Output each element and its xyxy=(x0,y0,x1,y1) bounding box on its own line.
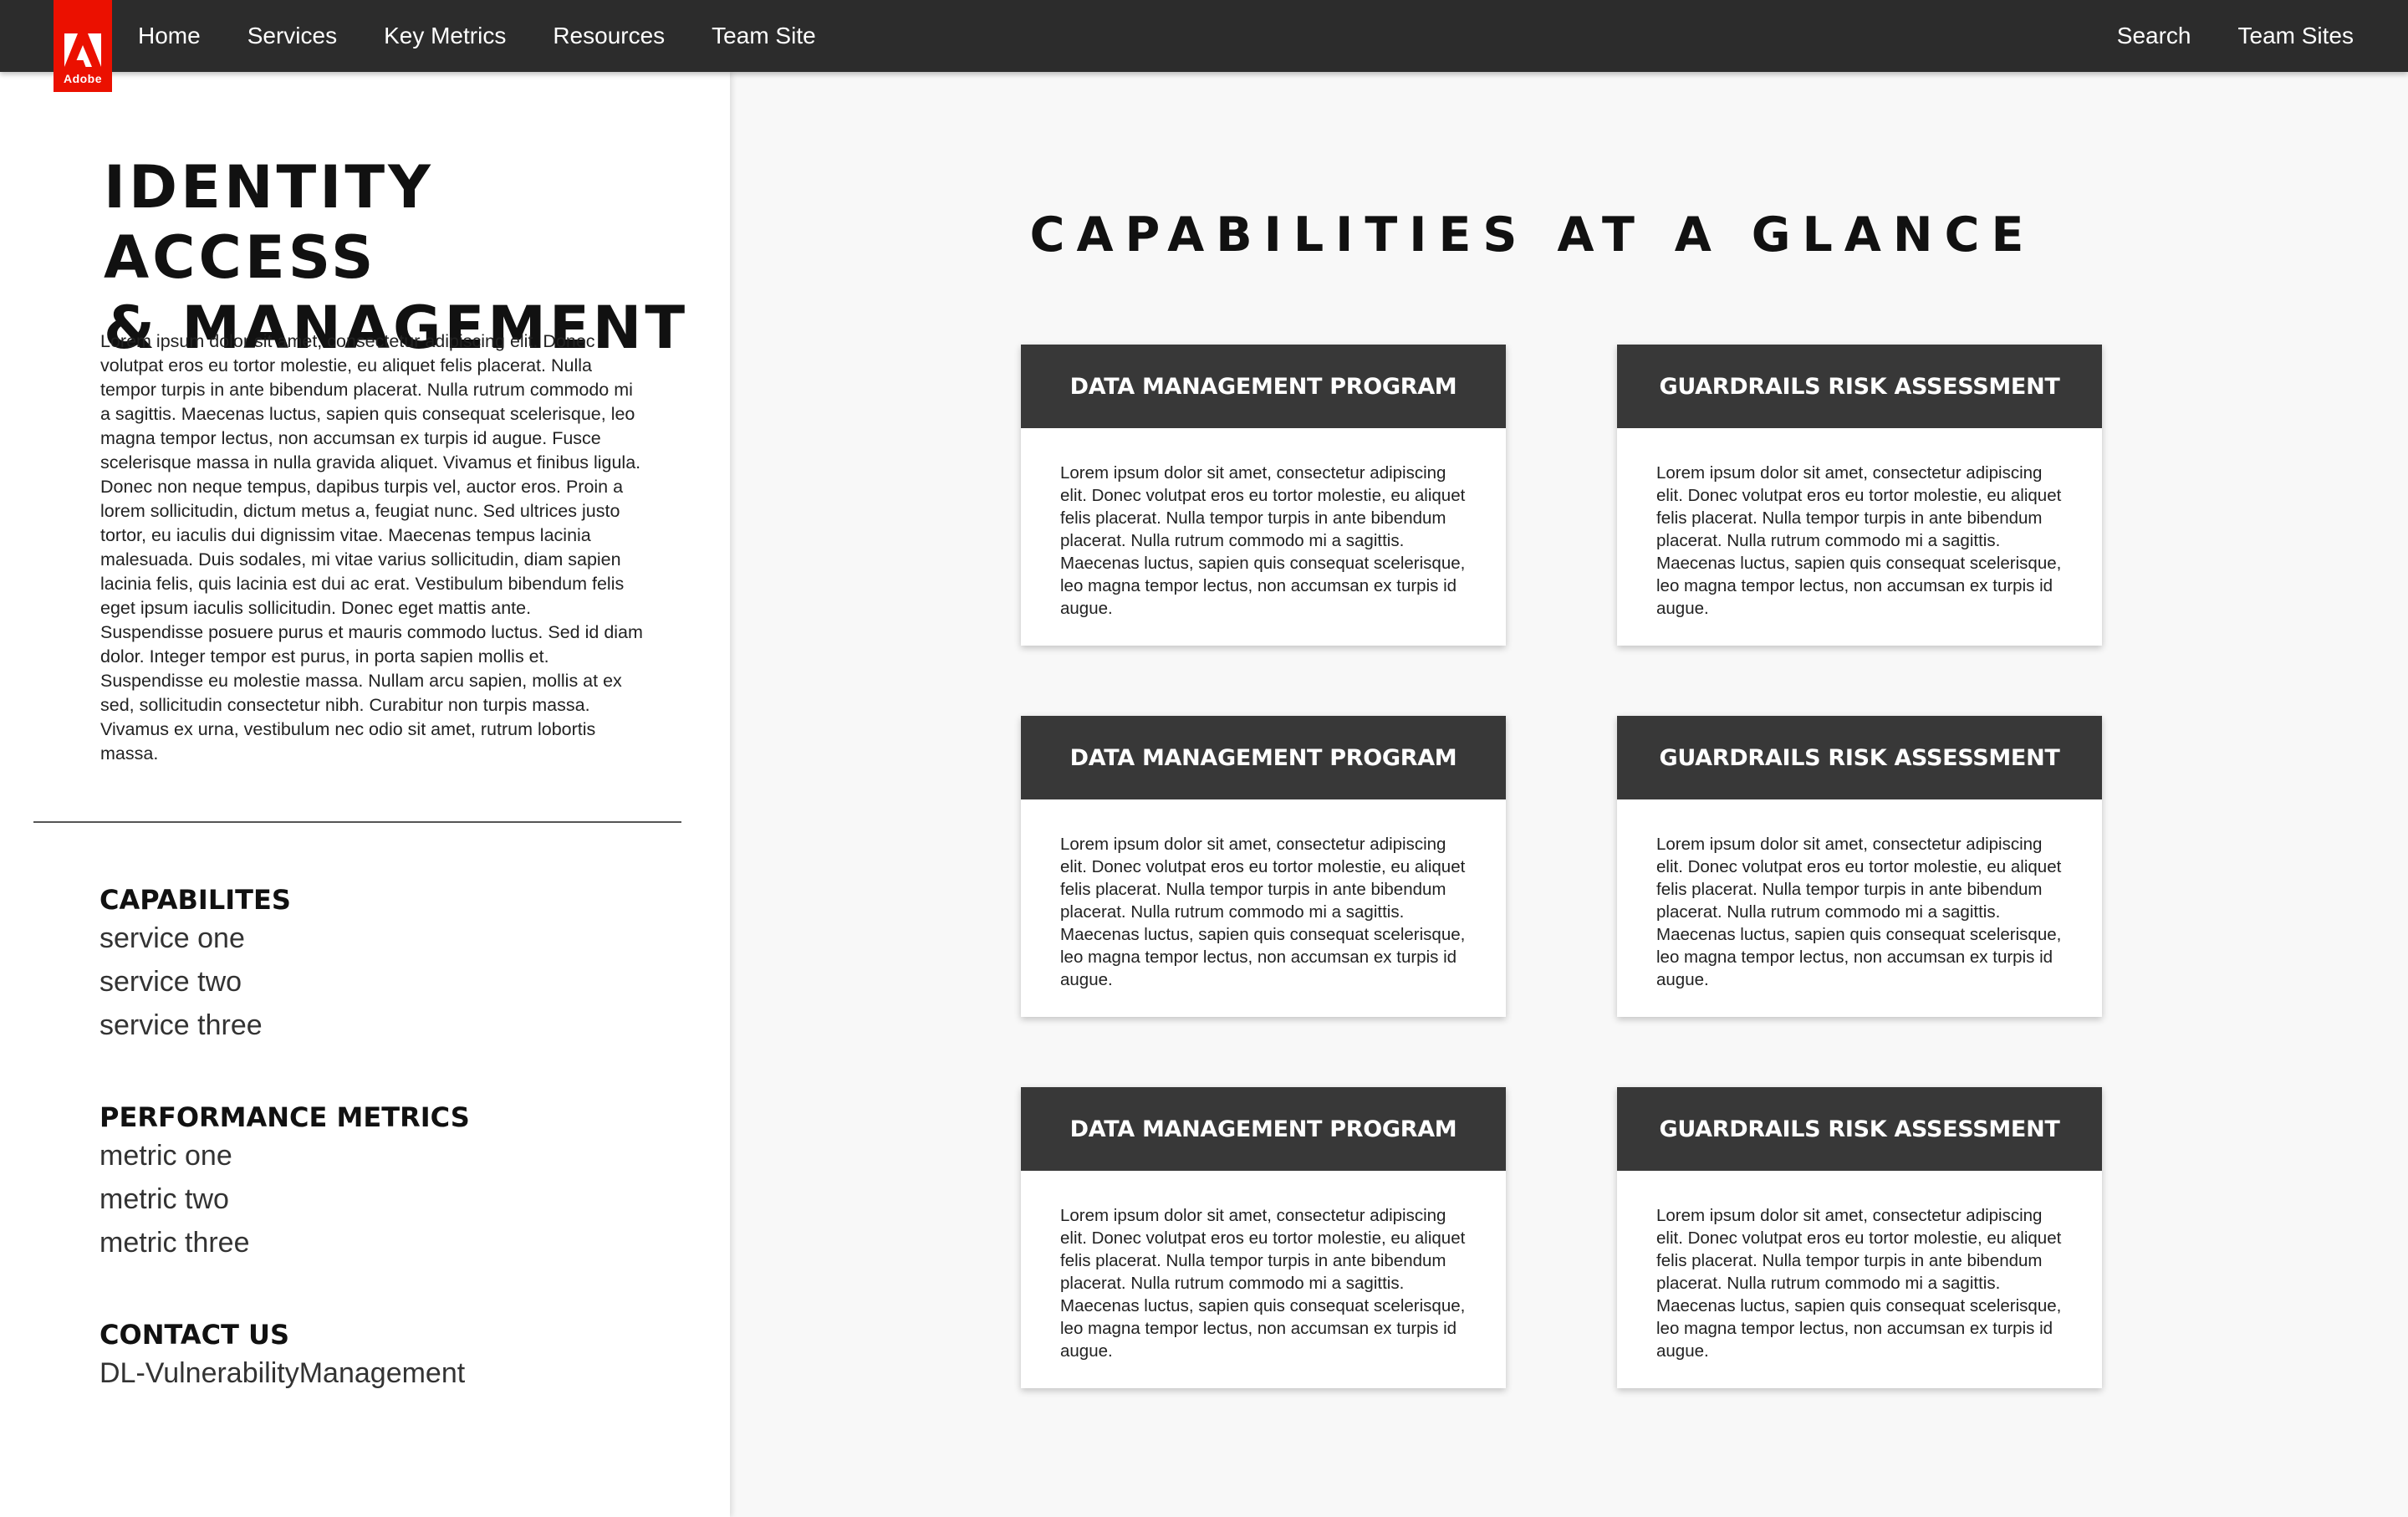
card-body: Lorem ipsum dolor sit amet, consectetur … xyxy=(1656,835,2062,989)
nav-home[interactable]: Home xyxy=(138,23,201,49)
nav-resources[interactable]: Resources xyxy=(553,23,665,49)
left-sidebar: IDENTITY ACCESS & MANAGEMENT Lorem ipsum… xyxy=(0,72,730,1517)
contact-distribution-list-link[interactable]: DL-VulnerabilityManagement xyxy=(99,1351,685,1395)
card-title[interactable]: DATA MANAGEMENT PROGRAM xyxy=(1021,716,1506,799)
logo-wordmark: Adobe xyxy=(63,72,103,85)
service-one-link[interactable]: service one xyxy=(99,917,685,960)
intro-paragraph-2: Suspendisse posuere purus et mauris comm… xyxy=(100,622,643,764)
nav-team-site[interactable]: Team Site xyxy=(712,23,816,49)
nav-key-metrics[interactable]: Key Metrics xyxy=(384,23,506,49)
capability-card: DATA MANAGEMENT PROGRAM Lorem ipsum dolo… xyxy=(1021,345,1506,646)
card-body: Lorem ipsum dolor sit amet, consectetur … xyxy=(1060,463,1466,618)
nav-team-sites[interactable]: Team Sites xyxy=(2238,23,2354,49)
capability-card: GUARDRAILS RISK ASSESSMENT Lorem ipsum d… xyxy=(1617,1087,2102,1388)
contact-heading: CONTACT US xyxy=(99,1319,290,1351)
page-title-line1: IDENTITY ACCESS xyxy=(104,153,434,292)
card-title[interactable]: DATA MANAGEMENT PROGRAM xyxy=(1021,345,1506,428)
adobe-logo-icon xyxy=(64,33,101,67)
card-title[interactable]: DATA MANAGEMENT PROGRAM xyxy=(1021,1087,1506,1171)
main-content: CAPABILITIES AT A GLANCE DATA MANAGEMENT… xyxy=(730,72,2408,1517)
nav-search[interactable]: Search xyxy=(2117,23,2191,49)
capability-card: DATA MANAGEMENT PROGRAM Lorem ipsum dolo… xyxy=(1021,716,1506,1017)
secondary-nav: Search Team Sites xyxy=(2070,0,2354,72)
capability-card: GUARDRAILS RISK ASSESSMENT Lorem ipsum d… xyxy=(1617,716,2102,1017)
section-divider xyxy=(33,821,681,823)
adobe-logo[interactable]: Adobe xyxy=(54,0,112,92)
card-body: Lorem ipsum dolor sit amet, consectetur … xyxy=(1656,1206,2062,1361)
contact-section: CONTACT US DL-VulnerabilityManagement xyxy=(99,1318,685,1395)
service-three-link[interactable]: service three xyxy=(99,1004,685,1047)
intro-paragraph-1: Lorem ipsum dolor sit amet, consectetur … xyxy=(100,331,641,618)
capabilities-section: CAPABILITES service one service two serv… xyxy=(99,883,685,1047)
section-title: CAPABILITIES AT A GLANCE xyxy=(1029,207,2036,263)
service-two-link[interactable]: service two xyxy=(99,960,685,1004)
card-body: Lorem ipsum dolor sit amet, consectetur … xyxy=(1060,1206,1466,1361)
metric-two-link[interactable]: metric two xyxy=(99,1177,685,1221)
card-body: Lorem ipsum dolor sit amet, consectetur … xyxy=(1060,835,1466,989)
capability-card: GUARDRAILS RISK ASSESSMENT Lorem ipsum d… xyxy=(1617,345,2102,646)
capability-card: DATA MANAGEMENT PROGRAM Lorem ipsum dolo… xyxy=(1021,1087,1506,1388)
intro-text: Lorem ipsum dolor sit amet, consectetur … xyxy=(100,329,644,766)
card-title[interactable]: GUARDRAILS RISK ASSESSMENT xyxy=(1617,345,2102,428)
metric-three-link[interactable]: metric three xyxy=(99,1221,685,1264)
primary-nav: Home Services Key Metrics Resources Team… xyxy=(138,0,863,72)
metric-one-link[interactable]: metric one xyxy=(99,1134,685,1177)
card-body: Lorem ipsum dolor sit amet, consectetur … xyxy=(1656,463,2062,618)
performance-metrics-section: PERFORMANCE METRICS metric one metric tw… xyxy=(99,1101,685,1264)
performance-metrics-heading: PERFORMANCE METRICS xyxy=(99,1101,470,1133)
capabilities-heading: CAPABILITES xyxy=(99,884,291,916)
card-title[interactable]: GUARDRAILS RISK ASSESSMENT xyxy=(1617,1087,2102,1171)
nav-services[interactable]: Services xyxy=(247,23,337,49)
top-navigation-bar: Home Services Key Metrics Resources Team… xyxy=(0,0,2408,72)
card-title[interactable]: GUARDRAILS RISK ASSESSMENT xyxy=(1617,716,2102,799)
